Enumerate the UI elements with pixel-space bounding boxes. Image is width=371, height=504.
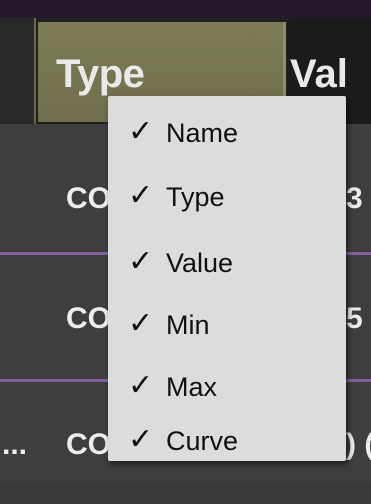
menu-item-label: Curve: [166, 426, 239, 456]
checkmark-icon: ✓: [128, 306, 154, 341]
column-visibility-menu: ✓ Name ✓ Type ✓ Value ✓ Min ✓ Max ✓ Curv…: [108, 96, 346, 461]
menu-item-type[interactable]: ✓ Type: [108, 168, 346, 226]
menu-item-label: Type: [166, 182, 225, 212]
checkmark-icon: ✓: [128, 244, 154, 279]
row-value-cell: ) (: [346, 428, 371, 461]
column-header-type-label: Type: [56, 52, 145, 96]
row-name-cell: CO: [66, 302, 111, 335]
menu-item-label: Max: [166, 372, 218, 402]
menu-item-label: Value: [166, 248, 234, 278]
menu-item-label: Name: [166, 118, 239, 148]
row-prefix-ellipsis: ...: [2, 428, 28, 461]
menu-item-label: Min: [166, 310, 210, 340]
column-header-name[interactable]: [0, 18, 36, 124]
checkmark-icon: ✓: [128, 422, 154, 457]
menu-item-curve[interactable]: ✓ Curve: [108, 422, 346, 458]
menu-item-name[interactable]: ✓ Name: [108, 104, 346, 162]
app-window: Type Val CO 3 ( CO 5 ( ... CO ) ( ✓ Name…: [0, 0, 371, 504]
row-name-cell: CO: [66, 182, 111, 215]
menu-item-min[interactable]: ✓ Min: [108, 296, 346, 354]
row-value-cell: 3 (: [346, 182, 371, 215]
row-name-cell: CO: [66, 428, 111, 461]
menu-item-max[interactable]: ✓ Max: [108, 358, 346, 416]
row-value-cell: 5 (: [346, 302, 371, 335]
checkmark-icon: ✓: [128, 114, 154, 149]
column-header-value-label: Val: [290, 52, 348, 96]
title-strip: [0, 0, 371, 18]
menu-item-value[interactable]: ✓ Value: [108, 234, 346, 292]
table-footer: [0, 482, 371, 504]
checkmark-icon: ✓: [128, 368, 154, 403]
checkmark-icon: ✓: [128, 178, 154, 213]
